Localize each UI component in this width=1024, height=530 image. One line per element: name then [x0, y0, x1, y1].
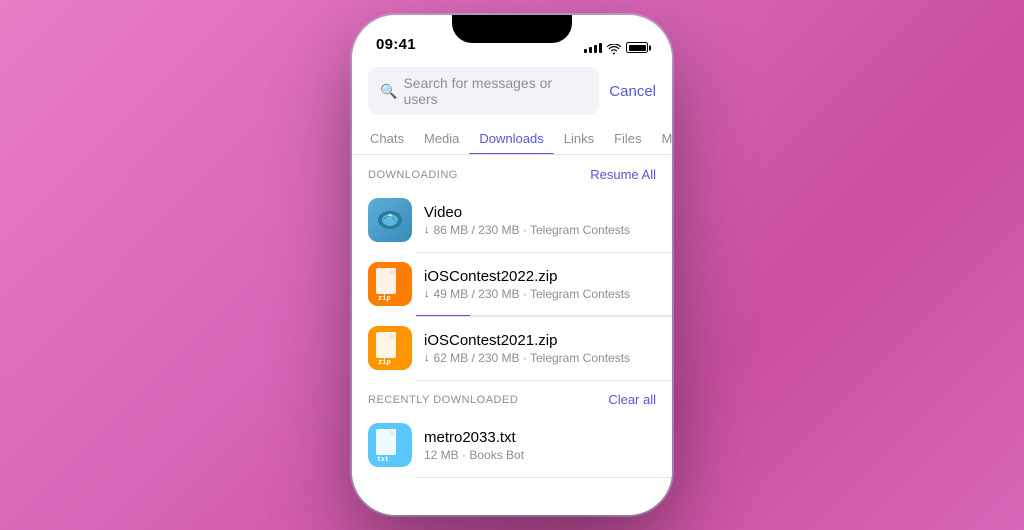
search-placeholder: Search for messages or users [403, 75, 587, 107]
txt-icon: txt [368, 423, 412, 467]
phone-frame: 09:41 🔍 [352, 15, 672, 515]
tab-bar: Chats Media Downloads Links Files Musi… [352, 123, 672, 155]
zip2022-size-info: 49 MB / 230 MB · Telegram Contests [434, 287, 631, 301]
download-item-zip2022[interactable]: zip iOSContest2022.zip ↓ 49 MB / 230 MB … [352, 252, 672, 316]
content-area: 🔍 Search for messages or users Cancel Ch… [352, 59, 672, 515]
recently-downloaded-title: RECENTLY DOWNLOADED [368, 394, 518, 406]
video-size-info: 86 MB / 230 MB · Telegram Contests [434, 223, 631, 237]
search-icon: 🔍 [380, 83, 397, 100]
zip2021-item-details: ↓ 62 MB / 230 MB · Telegram Contests [424, 351, 656, 365]
svg-text:txt: txt [377, 455, 389, 463]
download-item-video[interactable]: Video ↓ 86 MB / 230 MB · Telegram Contes… [352, 188, 672, 252]
video-thumbnail-icon [368, 198, 412, 242]
svg-text:zip: zip [378, 294, 391, 302]
zip2022-item-name: iOSContest2022.zip [424, 268, 656, 285]
tab-files[interactable]: Files [604, 123, 651, 154]
battery-icon [626, 42, 648, 53]
status-icons [584, 42, 648, 53]
tab-chats[interactable]: Chats [360, 123, 414, 154]
txt-size-info: 12 MB · Books Bot [424, 448, 524, 462]
clear-all-button[interactable]: Clear all [608, 392, 656, 407]
tab-links[interactable]: Links [554, 123, 604, 154]
svg-text:zip: zip [378, 358, 391, 366]
download-item-txt[interactable]: txt metro2033.txt 12 MB · Books Bot [352, 413, 672, 477]
download-arrow-icon: ↓ [424, 224, 430, 236]
downloading-section-header: DOWNLOADING Resume All [352, 155, 672, 188]
download-item-zip2021[interactable]: zip iOSContest2021.zip ↓ 62 MB / 230 MB … [352, 316, 672, 380]
tab-media[interactable]: Media [414, 123, 469, 154]
resume-all-button[interactable]: Resume All [590, 167, 656, 182]
txt-item-info: metro2033.txt 12 MB · Books Bot [424, 429, 656, 462]
zip2021-size-info: 62 MB / 230 MB · Telegram Contests [434, 351, 631, 365]
download-arrow-icon-3: ↓ [424, 352, 430, 364]
zip2022-item-details: ↓ 49 MB / 230 MB · Telegram Contests [424, 287, 656, 301]
phone-notch [452, 15, 572, 43]
zip2021-item-info: iOSContest2021.zip ↓ 62 MB / 230 MB · Te… [424, 332, 656, 365]
search-input-container[interactable]: 🔍 Search for messages or users [368, 67, 599, 115]
zip2021-item-name: iOSContest2021.zip [424, 332, 656, 349]
cancel-button[interactable]: Cancel [609, 83, 656, 100]
txt-item-name: metro2033.txt [424, 429, 656, 446]
search-bar: 🔍 Search for messages or users Cancel [352, 59, 672, 123]
video-item-name: Video [424, 204, 656, 221]
tab-downloads[interactable]: Downloads [469, 123, 553, 154]
video-item-info: Video ↓ 86 MB / 230 MB · Telegram Contes… [424, 204, 656, 237]
txt-item-details: 12 MB · Books Bot [424, 448, 656, 462]
status-time: 09:41 [376, 36, 416, 53]
zip2022-icon: zip [368, 262, 412, 306]
tab-music[interactable]: Musi… [652, 123, 672, 154]
download-arrow-icon-2: ↓ [424, 288, 430, 300]
video-item-details: ↓ 86 MB / 230 MB · Telegram Contests [424, 223, 656, 237]
wifi-icon [607, 42, 621, 53]
downloading-title: DOWNLOADING [368, 169, 458, 181]
zip2022-item-info: iOSContest2022.zip ↓ 49 MB / 230 MB · Te… [424, 268, 656, 301]
signal-icon [584, 43, 602, 53]
zip2021-icon: zip [368, 326, 412, 370]
recently-downloaded-header: RECENTLY DOWNLOADED Clear all [352, 380, 672, 413]
